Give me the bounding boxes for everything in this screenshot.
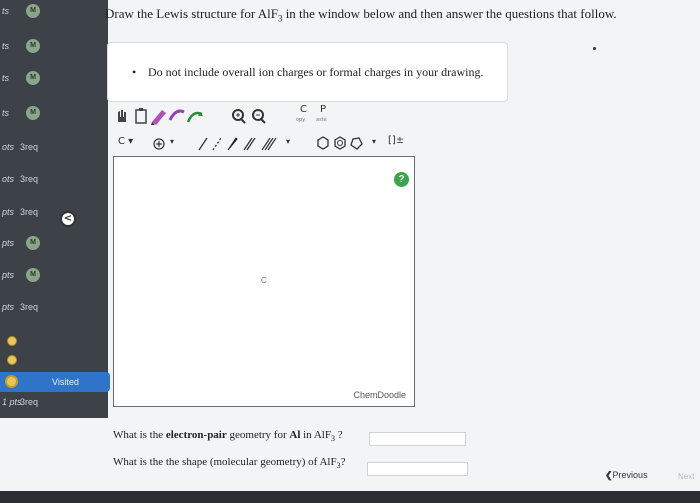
points-label: ts [2,41,10,51]
copy-label: opy [296,117,306,123]
instruction-text-end: in the window below and then answer the … [282,6,617,21]
visited-label: Visited [52,377,79,387]
chevron-down-icon[interactable]: ▾ [286,137,290,146]
answer-field-1[interactable] [369,432,466,446]
points-label: ts [2,6,10,16]
drawing-canvas[interactable]: C ChemDoodle [113,156,415,407]
bond-single-icon[interactable] [198,137,208,151]
current-question-dot [5,375,18,388]
status-badge: M [26,71,40,85]
progress-dot[interactable] [7,355,17,365]
chemdoodle-toolbar: C opy P aste C ▾ ▾ ▾ ▾ []± [110,104,416,154]
requirement-label: 3req [20,174,39,184]
status-badge: M [26,39,40,53]
question-2: What is the the shape (molecular geometr… [113,456,346,470]
bond-triple-icon[interactable] [261,137,277,151]
bond-wedge-icon[interactable] [227,137,238,151]
points-label: ts [2,108,10,118]
ring-hexagon-icon[interactable] [317,136,329,150]
next-button[interactable]: Next [678,472,694,481]
points-label: pts [2,207,15,217]
element-select[interactable]: C ▾ [118,136,133,147]
question-1-text-tail: in AlF [300,429,331,441]
instruction-text: Draw the Lewis structure for AlF [105,6,278,21]
note-text: Do not include overall ion charges or fo… [148,65,484,79]
question-sidebar: ts M ts M ts M ts M ots 3req ots 3req pt… [0,0,108,418]
bond-dashed-icon[interactable] [212,137,222,151]
canvas-center-label: C [261,276,267,285]
chevron-left-icon: ❮ [605,470,613,480]
sidebar-item[interactable]: ts M [0,37,108,57]
points-label: pts [2,302,15,312]
progress-dot[interactable] [7,336,17,346]
points-label: pts [2,238,15,248]
paste-p: P [320,104,327,115]
previous-label: Previous [612,470,648,480]
sidebar-item[interactable]: 1 pts 3req [0,393,108,413]
status-badge: M [26,106,40,120]
copy-button[interactable]: C [300,104,307,115]
copy-c: C [300,104,307,115]
requirement-label: 3req [20,302,39,312]
chemdoodle-brand: ChemDoodle [353,390,406,400]
paste-label: aste [316,117,327,123]
pen-icon[interactable] [168,109,185,121]
sidebar-item[interactable]: pts M [0,234,108,254]
sidebar-item[interactable]: ts M [0,104,108,124]
previous-button[interactable]: ❮Previous [605,470,648,481]
ring-benzene-icon[interactable] [334,136,346,150]
question-2-text: What is the the shape (molecular geometr… [113,456,337,468]
next-label: Next [678,472,695,481]
question-1-bold2: Al [289,429,301,441]
sidebar-item[interactable]: ts M [0,69,108,89]
note-box: • Do not include overall ion charges or … [107,42,508,102]
answer-field-2[interactable] [367,462,468,476]
help-icon[interactable]: ? [394,172,409,187]
paste-button[interactable]: P [320,104,326,115]
zoom-out-icon[interactable] [252,109,266,124]
hand-icon[interactable] [118,110,126,122]
points-label: ots [2,142,15,152]
element-select-value: C [118,136,125,147]
collapse-sidebar-button[interactable]: < [60,211,76,227]
ring-pentagon-icon[interactable] [350,137,363,150]
question-1-text-mid: geometry for [226,429,290,441]
requirement-label: 3req [20,142,39,152]
points-label: ts [2,73,10,83]
charge-button[interactable]: []± [388,135,404,146]
sidebar-item[interactable]: ts M [0,2,108,22]
lasso-icon[interactable] [135,108,147,124]
bottom-bar [0,491,700,503]
status-badge: M [26,268,40,282]
sidebar-item[interactable]: ots 3req [0,138,108,158]
bond-double-icon[interactable] [243,137,256,151]
status-badge: M [26,4,40,18]
question-1-end: ? [334,429,343,441]
question-1: What is the electron-pair geometry for A… [113,429,343,443]
question-instruction: Draw the Lewis structure for AlF3 in the… [105,6,617,24]
toolbar-icons [118,108,363,151]
bullet-icon: • [132,65,137,79]
question-1-bold: electron-pair [165,429,227,441]
points-label: pts [2,270,15,280]
erase-icon[interactable] [151,110,166,125]
question-1-text: What is the [113,429,166,441]
rotate-icon[interactable] [186,111,203,123]
question-2-end: ? [340,456,346,468]
requirement-label: 3req [20,397,39,407]
zoom-in-icon[interactable] [232,109,246,124]
visited-indicator[interactable]: Visited [0,372,110,392]
chevron-down-icon[interactable]: ▾ [170,137,174,146]
sidebar-item[interactable]: pts M [0,266,108,286]
chevron-down-icon[interactable]: ▾ [372,137,376,146]
points-label: 1 pts [2,397,22,407]
requirement-label: 3req [20,207,39,217]
points-label: ots [2,174,15,184]
marker-dot [593,47,596,50]
sidebar-item[interactable]: pts 3req [0,298,108,318]
add-atom-icon[interactable] [153,138,165,150]
sidebar-item[interactable]: ots 3req [0,170,108,190]
sidebar-item[interactable]: pts 3req [0,203,108,223]
status-badge: M [26,236,40,250]
